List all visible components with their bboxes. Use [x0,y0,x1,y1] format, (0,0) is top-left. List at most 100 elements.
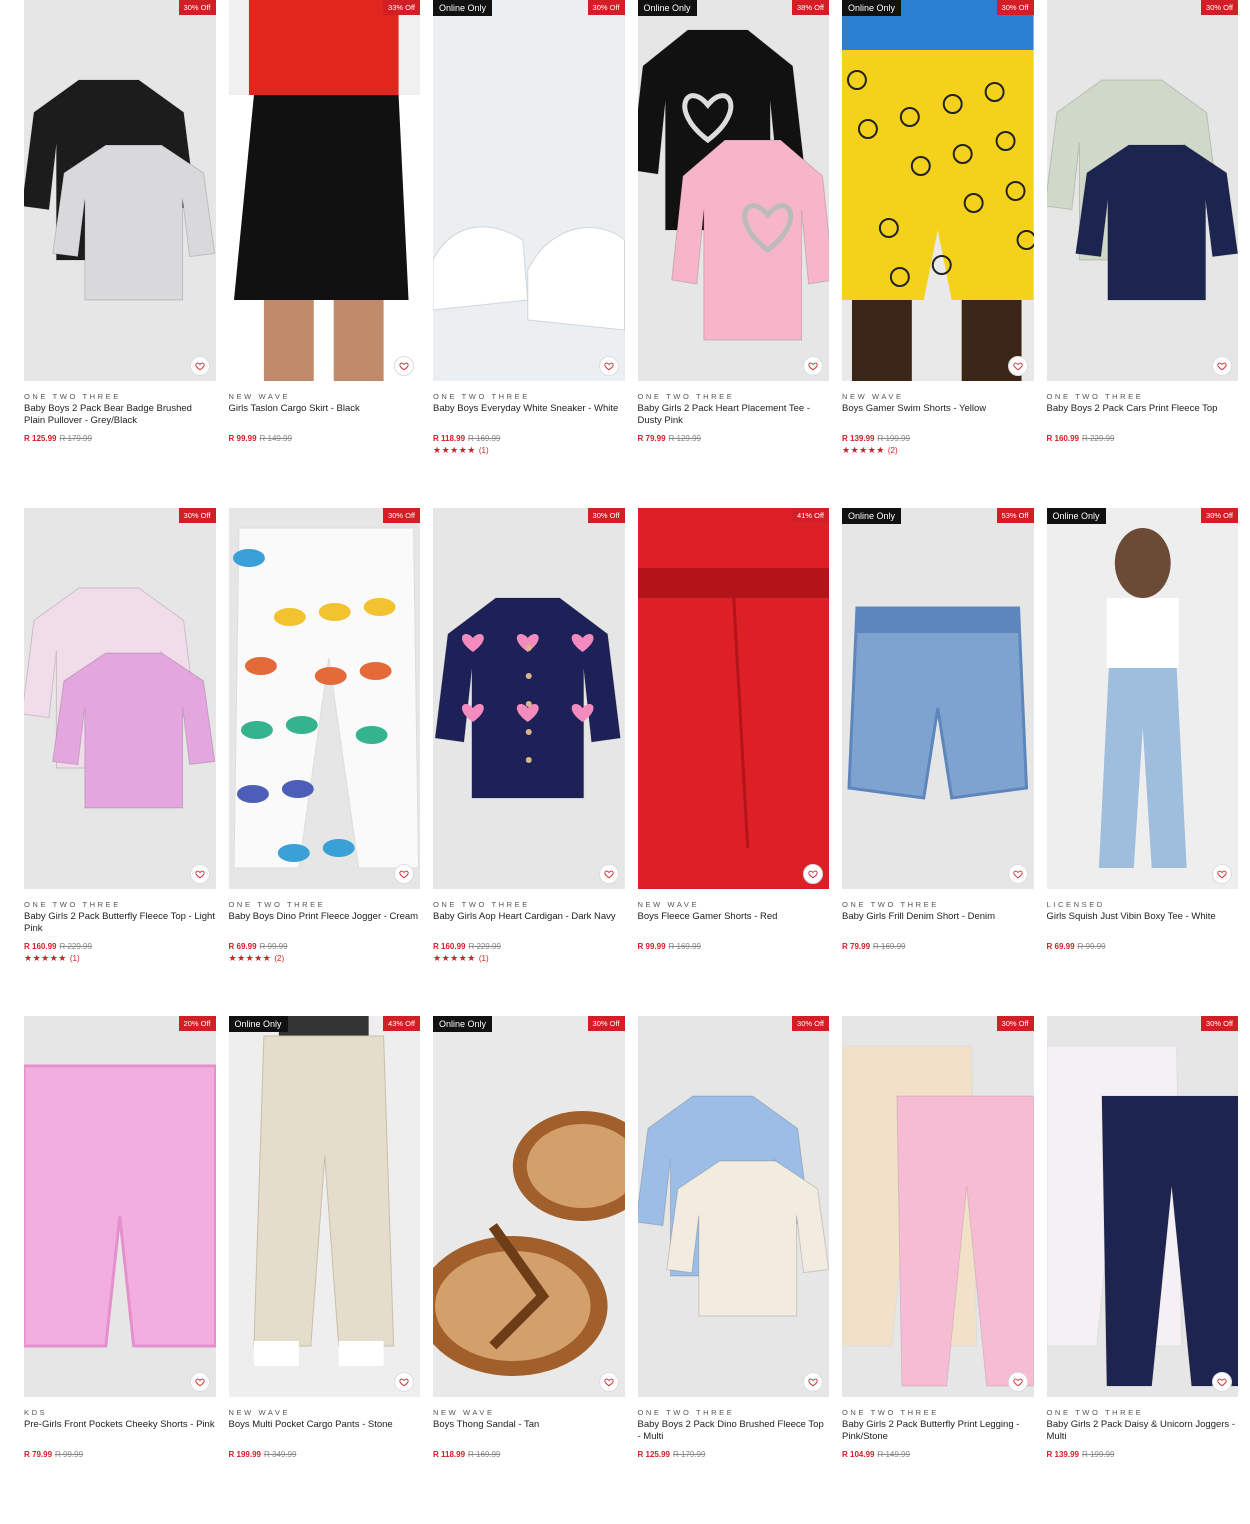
product-image[interactable]: Online Only 30% Off [842,0,1034,381]
heart-outline-icon [1012,870,1023,879]
wishlist-button[interactable] [394,864,414,884]
wishlist-button[interactable] [394,1372,414,1392]
sale-price: R 139.99 [1046,1450,1079,1459]
product-image[interactable]: 30% Off [1046,1016,1238,1397]
wishlist-button[interactable] [189,1372,210,1392]
product-illustration [637,508,829,889]
wishlist-button[interactable] [1007,1372,1028,1392]
product-card-3[interactable]: Online Only 30% Off ONE TWO THREE Baby B… [433,0,625,508]
product-card-13[interactable]: 20% Off KDS Pre-Girls Front Pockets Chee… [24,1016,216,1524]
wishlist-button[interactable] [598,864,619,884]
discount-badge: 30% Off [996,1016,1034,1031]
wishlist-button[interactable] [1212,356,1232,376]
product-card-15[interactable]: Online Only 30% Off NEW WAVE Boys Thong … [433,1016,625,1524]
wishlist-button[interactable] [598,1372,619,1392]
product-image[interactable]: 30% Off [433,508,625,889]
product-image[interactable]: 20% Off [24,1016,216,1397]
wishlist-button[interactable] [1212,1372,1232,1392]
product-title[interactable]: Baby Boys 2 Pack Cars Print Fleece Top [1047,403,1239,427]
review-count[interactable]: (2) [888,446,898,455]
sale-price: R 118.99 [433,434,466,443]
product-brand: ONE TWO THREE [1046,1408,1144,1417]
product-title[interactable]: Baby Girls Frill Denim Short - Denim [842,911,1034,935]
product-card-2[interactable]: 33% Off NEW WAVE Girls Taslon Cargo Skir… [228,0,421,508]
product-image[interactable]: 41% Off [637,508,829,889]
product-title[interactable]: Pre-Girls Front Pockets Cheeky Shorts - … [24,1419,216,1443]
product-image[interactable]: 30% Off [842,1016,1034,1397]
product-card-14[interactable]: Online Only 43% Off NEW WAVE Boys Multi … [228,1016,421,1524]
review-count[interactable]: (2) [274,954,284,963]
product-illustration [24,0,216,381]
product-image[interactable]: Online Only 30% Off [433,0,625,381]
wishlist-button[interactable] [803,356,823,376]
product-title[interactable]: Boys Thong Sandal - Tan [433,1419,625,1443]
product-brand: KDS [24,1408,48,1417]
product-prices: R 79.99 R 99.99 [24,1450,216,1459]
original-price: R 199.99 [1081,1450,1115,1459]
product-title[interactable]: Boys Gamer Swim Shorts - Yellow [842,403,1034,427]
product-illustration [1046,0,1238,381]
product-image[interactable]: 33% Off [228,0,420,381]
product-title[interactable]: Boys Fleece Gamer Shorts - Red [638,911,830,935]
product-card-10[interactable]: 41% Off NEW WAVE Boys Fleece Gamer Short… [637,508,830,1016]
product-card-1[interactable]: 30% Off ONE TWO THREE Baby Boys 2 Pack B… [24,0,216,508]
product-title[interactable]: Boys Multi Pocket Cargo Pants - Stone [229,1419,421,1443]
product-card-8[interactable]: 30% Off ONE TWO THREE Baby Boys Dino Pri… [228,508,421,1016]
product-image[interactable]: 30% Off [228,508,420,889]
product-title[interactable]: Baby Girls 2 Pack Heart Placement Tee - … [638,403,830,427]
wishlist-button[interactable] [598,356,619,376]
product-title[interactable]: Baby Girls Aop Heart Cardigan - Dark Nav… [433,911,625,935]
product-card-4[interactable]: Online Only 38% Off ONE TWO THREE Baby G… [637,0,830,508]
product-title[interactable]: Baby Boys 2 Pack Dino Brushed Fleece Top… [638,1419,830,1443]
product-title[interactable]: Baby Boys Dino Print Fleece Jogger - Cre… [229,911,421,935]
product-image[interactable]: Online Only 53% Off [842,508,1034,889]
product-card-16[interactable]: 30% Off ONE TWO THREE Baby Boys 2 Pack D… [637,1016,830,1524]
star-icon: ★★★★★ [842,445,885,455]
product-card-5[interactable]: Online Only 30% Off NEW WAVE Boys Gamer … [842,0,1034,508]
product-title[interactable]: Baby Girls 2 Pack Daisy & Unicorn Jogger… [1047,1419,1239,1443]
wishlist-button[interactable] [803,1372,823,1392]
product-image[interactable]: Online Only 30% Off [433,1016,625,1397]
product-illustration [637,0,829,381]
product-card-12[interactable]: Online Only 30% Off LICENSED Girls Squis… [1046,508,1239,1016]
heart-outline-icon [603,1378,614,1387]
product-card-11[interactable]: Online Only 53% Off ONE TWO THREE Baby G… [842,508,1034,1016]
product-card-17[interactable]: 30% Off ONE TWO THREE Baby Girls 2 Pack … [842,1016,1034,1524]
product-image[interactable]: Online Only 38% Off [637,0,829,381]
review-count[interactable]: (1) [479,446,489,455]
product-title[interactable]: Baby Boys Everyday White Sneaker - White [433,403,625,427]
product-card-9[interactable]: 30% Off ONE TWO THREE Baby Girls Aop Hea… [433,508,625,1016]
product-image[interactable]: 30% Off [637,1016,829,1397]
product-title[interactable]: Baby Girls 2 Pack Butterfly Print Leggin… [842,1419,1034,1443]
sale-price: R 69.99 [1046,942,1075,951]
product-title[interactable]: Girls Squish Just Vibin Boxy Tee - White [1047,911,1239,935]
product-image[interactable]: Online Only 43% Off [228,1016,420,1397]
sale-price: R 160.99 [1046,434,1079,443]
wishlist-button[interactable] [1007,864,1028,884]
product-illustration [1046,1016,1238,1397]
product-title[interactable]: Girls Taslon Cargo Skirt - Black [229,403,421,427]
discount-badge: 30% Off [1201,1016,1238,1031]
product-image[interactable]: 30% Off [24,0,216,381]
online-only-badge: Online Only [842,508,902,524]
wishlist-button[interactable] [189,356,210,376]
review-count[interactable]: (1) [479,954,489,963]
product-image[interactable]: 30% Off [1046,0,1238,381]
heart-outline-icon [1012,362,1023,371]
review-count[interactable]: (1) [70,954,80,963]
wishlist-button[interactable] [394,356,414,376]
original-price: R 169.99 [873,942,906,951]
product-card-7[interactable]: 30% Off ONE TWO THREE Baby Girls 2 Pack … [24,508,216,1016]
product-brand: ONE TWO THREE [433,392,530,401]
wishlist-button[interactable] [189,864,210,884]
product-prices: R 104.99 R 149.99 [842,1450,1034,1459]
wishlist-button[interactable] [803,864,823,884]
product-title[interactable]: Baby Boys 2 Pack Bear Badge Brushed Plai… [24,403,216,427]
product-image[interactable]: Online Only 30% Off [1046,508,1238,889]
product-card-6[interactable]: 30% Off ONE TWO THREE Baby Boys 2 Pack C… [1046,0,1239,508]
wishlist-button[interactable] [1007,356,1028,376]
product-title[interactable]: Baby Girls 2 Pack Butterfly Fleece Top -… [24,911,216,935]
product-image[interactable]: 30% Off [24,508,216,889]
wishlist-button[interactable] [1212,864,1232,884]
product-card-18[interactable]: 30% Off ONE TWO THREE Baby Girls 2 Pack … [1046,1016,1239,1524]
